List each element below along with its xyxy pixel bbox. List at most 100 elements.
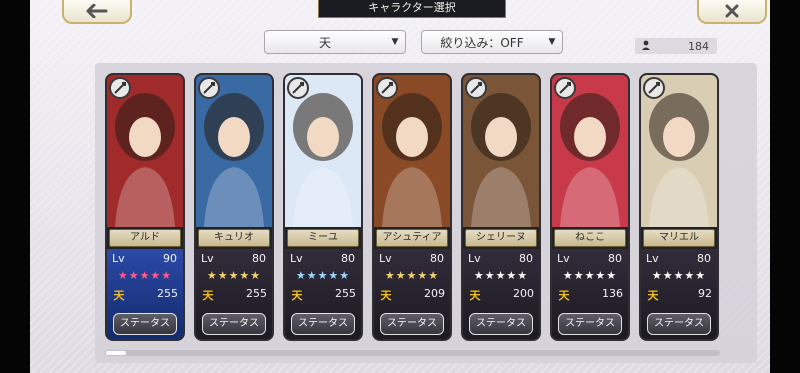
level-row: Lv 90 [112, 252, 177, 266]
level-value: 80 [341, 252, 355, 265]
trust-row: 天 92 [645, 287, 713, 302]
character-card[interactable]: シェリーヌ Lv 80 ★★★★★ 天 200 ステータス [461, 73, 541, 341]
level-value: 80 [608, 252, 622, 265]
trust-value: 136 [602, 287, 623, 300]
character-card[interactable]: マリエル Lv 80 ★★★★★ 天 92 ステータス [639, 73, 719, 341]
screen: キャラクター選択 天 ▼ 絞り込み：OFF ▼ 184 アルド Lv 90 ★★… [30, 0, 770, 373]
rarity-stars: ★★★★★ [117, 269, 173, 282]
trust-icon: 天 [380, 289, 392, 302]
trust-value: 255 [246, 287, 267, 300]
level-label: Lv [557, 252, 570, 265]
status-button[interactable]: ステータス [291, 313, 355, 335]
trust-value: 255 [335, 287, 356, 300]
horizontal-scrollbar[interactable] [105, 350, 720, 356]
trust-value: 209 [424, 287, 445, 300]
character-name: シェリーヌ [465, 229, 537, 247]
close-icon [725, 4, 739, 18]
chevron-down-icon: ▼ [391, 37, 399, 47]
weapon-icon [554, 77, 576, 99]
status-button[interactable]: ステータス [113, 313, 177, 335]
arrow-left-icon [86, 4, 108, 18]
trust-icon: 天 [202, 289, 214, 302]
level-label: Lv [468, 252, 481, 265]
level-value: 80 [430, 252, 444, 265]
character-card[interactable]: ねここ Lv 80 ★★★★★ 天 136 ステータス [550, 73, 630, 341]
weapon-icon [376, 77, 398, 99]
level-row: Lv 80 [468, 252, 533, 266]
trust-value: 92 [698, 287, 712, 300]
character-stats: Lv 80 ★★★★★ 天 209 ステータス [374, 249, 450, 339]
rarity-stars: ★★★★★ [651, 269, 707, 282]
character-name: キュリオ [198, 229, 270, 247]
rarity-stars: ★★★★★ [473, 269, 529, 282]
character-card[interactable]: キュリオ Lv 80 ★★★★★ 天 255 ステータス [194, 73, 274, 341]
back-button[interactable] [62, 0, 132, 24]
character-name: アルド [109, 229, 181, 247]
character-stats: Lv 80 ★★★★★ 天 136 ステータス [552, 249, 628, 339]
level-row: Lv 80 [646, 252, 711, 266]
attribute-select[interactable]: 天 ▼ [264, 30, 406, 54]
attribute-value: 天 [318, 35, 331, 50]
character-stats: Lv 80 ★★★★★ 天 255 ステータス [285, 249, 361, 339]
close-button[interactable] [697, 0, 767, 24]
trust-icon: 天 [291, 289, 303, 302]
level-value: 80 [252, 252, 266, 265]
level-row: Lv 80 [201, 252, 266, 266]
trust-row: 天 209 [378, 287, 446, 302]
weapon-icon [465, 77, 487, 99]
level-value: 80 [519, 252, 533, 265]
character-stats: Lv 80 ★★★★★ 天 200 ステータス [463, 249, 539, 339]
character-list[interactable]: アルド Lv 90 ★★★★★ 天 255 ステータス キュリオ Lv 80 ★… [95, 63, 757, 363]
level-row: Lv 80 [379, 252, 444, 266]
character-card[interactable]: アルド Lv 90 ★★★★★ 天 255 ステータス [105, 73, 185, 341]
trust-value: 200 [513, 287, 534, 300]
character-stats: Lv 80 ★★★★★ 天 92 ステータス [641, 249, 717, 339]
trust-row: 天 255 [289, 287, 357, 302]
status-button[interactable]: ステータス [380, 313, 444, 335]
level-label: Lv [112, 252, 125, 265]
weapon-icon [287, 77, 309, 99]
weapon-icon [109, 77, 131, 99]
trust-icon: 天 [469, 289, 481, 302]
trust-row: 天 200 [467, 287, 535, 302]
character-stats: Lv 90 ★★★★★ 天 255 ステータス [107, 249, 183, 339]
level-label: Lv [290, 252, 303, 265]
character-stats: Lv 80 ★★★★★ 天 255 ステータス [196, 249, 272, 339]
level-value: 80 [697, 252, 711, 265]
trust-icon: 天 [647, 289, 659, 302]
count-value: 184 [688, 39, 709, 53]
trust-row: 天 255 [200, 287, 268, 302]
level-row: Lv 80 [290, 252, 355, 266]
level-label: Lv [646, 252, 659, 265]
rarity-stars: ★★★★★ [562, 269, 618, 282]
scroll-thumb[interactable] [106, 351, 126, 355]
status-button[interactable]: ステータス [202, 313, 266, 335]
left-bezel [0, 0, 30, 373]
character-name: アシュティア [376, 229, 448, 247]
person-icon [635, 40, 657, 53]
status-button[interactable]: ステータス [647, 313, 711, 335]
character-card[interactable]: アシュティア Lv 80 ★★★★★ 天 209 ステータス [372, 73, 452, 341]
rarity-stars: ★★★★★ [295, 269, 351, 282]
level-row: Lv 80 [557, 252, 622, 266]
right-bezel [770, 0, 800, 373]
rarity-stars: ★★★★★ [384, 269, 440, 282]
level-label: Lv [379, 252, 392, 265]
filter-value: 絞り込み：OFF [440, 35, 524, 50]
level-label: Lv [201, 252, 214, 265]
status-button[interactable]: ステータス [558, 313, 622, 335]
filter-select[interactable]: 絞り込み：OFF ▼ [421, 30, 563, 54]
weapon-icon [643, 77, 665, 99]
trust-row: 天 136 [556, 287, 624, 302]
trust-row: 天 255 [111, 287, 179, 302]
page-title: キャラクター選択 [318, 0, 506, 18]
trust-icon: 天 [558, 289, 570, 302]
character-card[interactable]: ミーユ Lv 80 ★★★★★ 天 255 ステータス [283, 73, 363, 341]
level-value: 90 [163, 252, 177, 265]
character-count: 184 [635, 38, 717, 54]
status-button[interactable]: ステータス [469, 313, 533, 335]
character-name: マリエル [643, 229, 715, 247]
chevron-down-icon: ▼ [548, 37, 556, 47]
weapon-icon [198, 77, 220, 99]
trust-icon: 天 [113, 289, 125, 302]
